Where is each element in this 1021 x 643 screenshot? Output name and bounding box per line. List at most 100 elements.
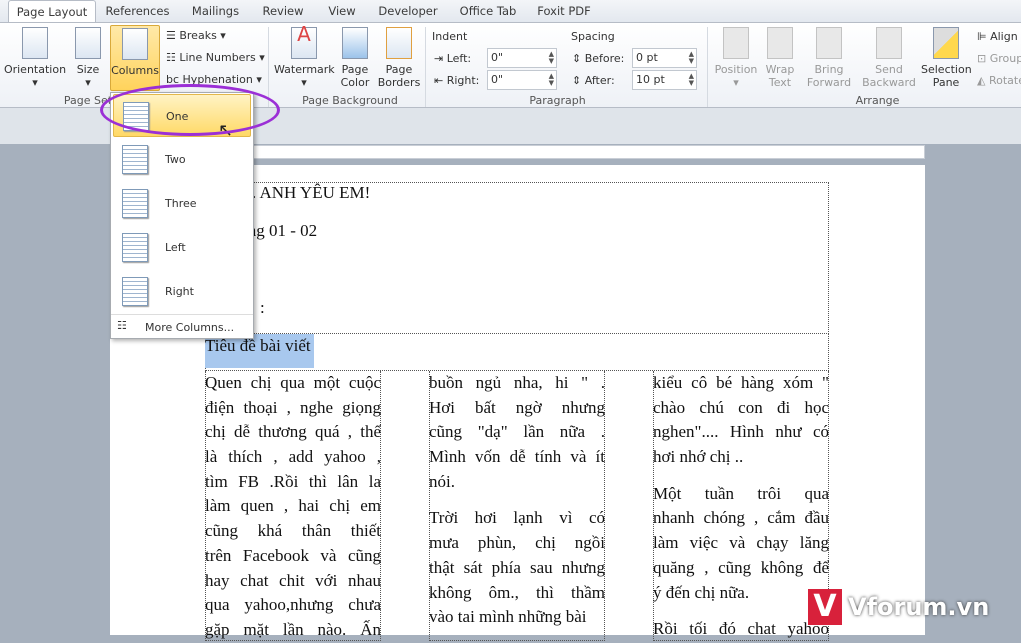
page-borders-icon (386, 27, 412, 59)
breaks-label: Breaks (179, 29, 217, 42)
spacing-after-field[interactable]: 10 pt ▲ ▼ (632, 70, 697, 90)
selection-pane-button[interactable]: Selection Pane (920, 25, 972, 89)
indent-left-field[interactable]: 0" ▲ ▼ (487, 48, 557, 68)
column-2: buồn ngủ nha, hi " . Hơi bất ngờ nhưng cũn… (429, 371, 605, 630)
send-backward-label: Send Backward (862, 63, 916, 89)
columns-option-two[interactable]: Two (113, 138, 251, 181)
text-line: làm quen , hai chị em (205, 496, 381, 516)
left-label-text: Left: (446, 52, 472, 65)
text-line: gặp mặt lần nào. Ấn (205, 619, 381, 639)
columns-icon (122, 28, 148, 60)
line-numbers-label: Line Numbers (179, 51, 256, 64)
option-label: Right (165, 285, 194, 298)
bring-forward-icon (816, 27, 842, 59)
text-line: vào tai mình những bài (429, 607, 587, 627)
watermark-logo: V Vforum.vn (808, 589, 1013, 625)
page-borders-label: Page Borders (377, 63, 421, 89)
text-line: thật sát phía sau nhưng (429, 557, 605, 577)
watermark-label: Watermark (274, 63, 335, 76)
columns-option-left[interactable]: Left (113, 226, 251, 269)
option-label: Left (165, 241, 186, 254)
selection-pane-icon (933, 27, 959, 59)
indent-right-field[interactable]: 0" ▲ ▼ (487, 70, 557, 90)
spinner-icon[interactable]: ▲ ▼ (689, 73, 694, 87)
indent-left-value: 0" (491, 51, 504, 64)
page-color-icon (342, 27, 368, 59)
spacing-before-value: 0 pt (636, 51, 658, 64)
columns-option-right[interactable]: Right (113, 270, 251, 313)
tab-view[interactable]: View (322, 0, 362, 22)
tab-foxit-pdf[interactable]: Foxit PDF (533, 0, 595, 22)
vforum-logo-icon: V (808, 589, 842, 625)
page-borders-button[interactable]: Page Borders (376, 25, 422, 89)
page-color-button[interactable]: Page Color (336, 25, 374, 89)
text-line: Hơi bất ngờ nhưng (429, 397, 605, 417)
tab-developer[interactable]: Developer (376, 0, 440, 22)
text-line: điện thoại , nghe giọng (205, 397, 381, 417)
option-label: Three (165, 197, 197, 210)
spacing-before-field[interactable]: 0 pt ▲ ▼ (632, 48, 697, 68)
before-label-text: Before: (584, 52, 625, 65)
text-line: Quen chị qua một cuộc (205, 373, 381, 392)
text-line: làm việc và chạy lăng (653, 533, 829, 553)
spacing-after-value: 10 pt (636, 73, 665, 86)
group-button[interactable]: ⊡ Group (977, 52, 1021, 65)
spinner-icon[interactable]: ▲ ▼ (549, 73, 554, 87)
divider (707, 27, 708, 107)
text-line: Mình vốn dễ tính và ít (429, 447, 605, 467)
breaks-button[interactable]: ☰ Breaks ▾ (166, 29, 226, 42)
annotation-ellipse (100, 84, 280, 136)
tab-mailings[interactable]: Mailings (183, 0, 248, 22)
orientation-icon (22, 27, 48, 59)
spacing-label: Spacing (571, 30, 615, 43)
columns-button[interactable]: Columns (110, 25, 160, 91)
orientation-button[interactable]: Orientation ▾ (2, 25, 68, 89)
watermark-button[interactable]: A Watermark ▾ (274, 24, 335, 89)
text-line: quăng , cũng không để (653, 557, 829, 577)
watermark-text: Vforum.vn (848, 593, 990, 621)
rotate-button[interactable]: ◭ Rotate (977, 74, 1021, 87)
article-title-selected[interactable]: Tiêu đề bài viết (205, 334, 314, 368)
line-numbers-button[interactable]: ☷ Line Numbers ▾ (166, 51, 265, 64)
columns-option-three[interactable]: Three (113, 182, 251, 225)
indent-right-value: 0" (491, 73, 504, 86)
wrap-text-button[interactable]: Wrap Text (762, 25, 798, 89)
wrap-text-label: Wrap Text (765, 63, 795, 89)
watermark-icon: A (291, 24, 317, 59)
spinner-icon[interactable]: ▲ ▼ (549, 51, 554, 65)
align-label: Align (990, 30, 1018, 43)
page-color-label: Page Color (340, 63, 370, 89)
column-3: kiểu cô bé hàng xóm " chào chú con đi học… (653, 371, 829, 642)
text-line: hơi nhớ chị .. (653, 447, 744, 467)
size-button[interactable]: Size ▾ (72, 25, 104, 89)
tab-office-tab[interactable]: Office Tab (455, 0, 521, 22)
text-line: là thích , add yahoo , (205, 447, 381, 467)
right-label-text: Right: (446, 74, 480, 87)
spacing-before-label: ⇕ Before: (572, 52, 625, 65)
column-1: Quen chị qua một cuộc điện thoại , nghe g… (205, 371, 381, 643)
text-line: cũng khá thân thiết (205, 521, 381, 541)
position-button[interactable]: Position ▾ (712, 25, 760, 89)
spacing-after-label: ⇕ After: (572, 74, 615, 87)
tab-review[interactable]: Review (258, 0, 308, 22)
right-column-icon (122, 277, 148, 306)
position-icon (723, 27, 749, 59)
wrap-text-icon (767, 27, 793, 59)
text-line: trên Facebook và cũng (205, 545, 381, 565)
tab-references[interactable]: References (100, 0, 175, 22)
text-line: Trời hơi lạnh vì có (429, 508, 605, 528)
text-line: Một tuần trôi qua (653, 483, 829, 503)
indent-left-label: ⇥ Left: (434, 52, 472, 65)
text-line: nghen".... Hình như có (653, 422, 829, 442)
bring-forward-button[interactable]: Bring Forward (802, 25, 856, 89)
align-button[interactable]: ⊫ Align (977, 30, 1018, 43)
send-backward-button[interactable]: Send Backward (858, 25, 920, 89)
left-column-icon (122, 233, 148, 262)
spinner-icon[interactable]: ▲ ▼ (689, 51, 694, 65)
text-line: nói. (429, 471, 455, 491)
ribbon-tabs: Page Layout References Mailings Review V… (0, 0, 1021, 23)
tab-page-layout[interactable]: Page Layout (8, 0, 96, 23)
more-columns-item[interactable]: ☷ More Columns... (111, 316, 253, 338)
